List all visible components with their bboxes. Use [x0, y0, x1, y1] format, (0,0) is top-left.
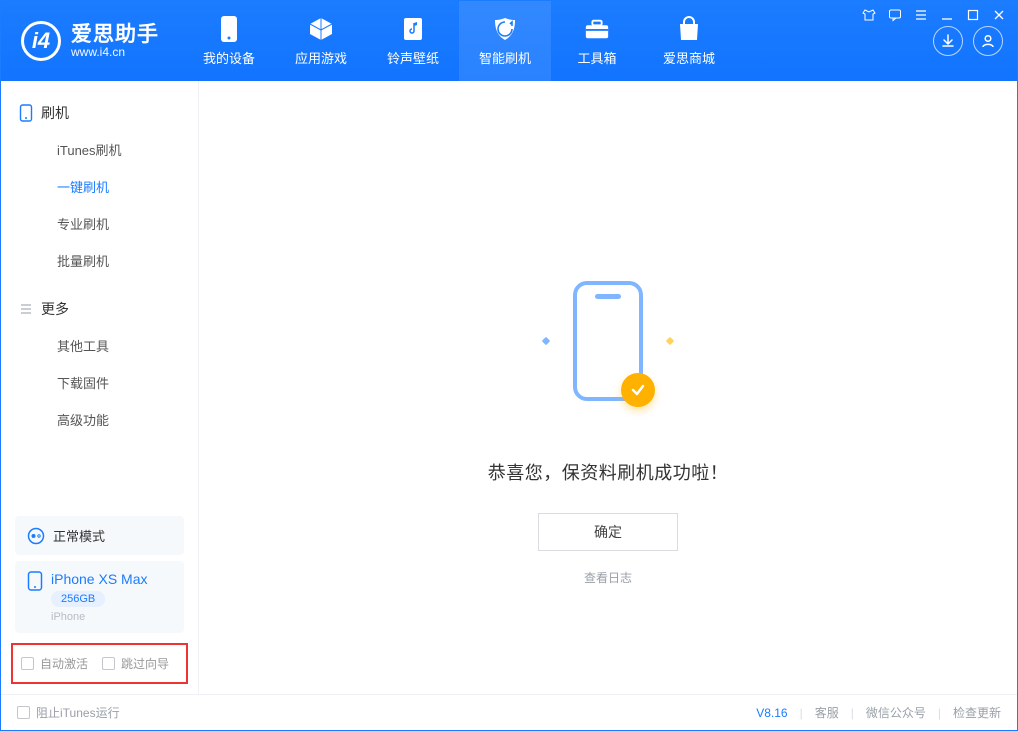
nav-ringtones[interactable]: 铃声壁纸 — [367, 1, 459, 81]
checkbox-icon — [102, 657, 115, 670]
nav-label: 智能刷机 — [479, 48, 531, 67]
close-button[interactable] — [991, 7, 1007, 23]
device-capacity: 256GB — [51, 591, 105, 607]
toolbox-icon — [584, 16, 610, 42]
menu-icon[interactable] — [913, 7, 929, 23]
success-message: 恭喜您，保资料刷机成功啦！ — [488, 459, 729, 485]
account-button[interactable] — [973, 26, 1003, 56]
system-buttons — [861, 7, 1007, 23]
version-label: V8.16 — [756, 706, 787, 720]
footer-link-support[interactable]: 客服 — [815, 704, 839, 721]
download-button[interactable] — [933, 26, 963, 56]
nav-label: 我的设备 — [203, 48, 255, 67]
group-label: 刷机 — [41, 103, 69, 123]
view-log-link[interactable]: 查看日志 — [584, 569, 632, 586]
device-type: iPhone — [51, 611, 148, 623]
checkbox-icon — [21, 657, 34, 670]
top-nav: 我的设备 应用游戏 铃声壁纸 智能刷机 工具箱 爱思商城 — [183, 1, 735, 81]
checkbox-label: 自动激活 — [40, 655, 88, 672]
feedback-icon[interactable] — [887, 7, 903, 23]
device-name: iPhone XS Max — [51, 571, 148, 587]
nav-toolbox[interactable]: 工具箱 — [551, 1, 643, 81]
app-name: 爱思助手 — [71, 23, 159, 46]
group-label: 更多 — [41, 299, 69, 319]
shield-icon — [492, 16, 518, 42]
sidebar-item-download-firmware[interactable]: 下载固件 — [1, 364, 198, 401]
highlighted-options: 自动激活 跳过向导 — [11, 643, 188, 684]
logo: i4 爱思助手 www.i4.cn — [1, 1, 183, 81]
phone-illustration-icon — [573, 281, 643, 401]
ok-button[interactable]: 确定 — [538, 513, 678, 551]
sidebar-group-flash: 刷机 — [1, 95, 198, 131]
app-window: i4 爱思助手 www.i4.cn 我的设备 应用游戏 铃声壁纸 智能刷机 — [0, 0, 1018, 731]
sidebar-item-oneclick-flash[interactable]: 一键刷机 — [1, 168, 198, 205]
mode-icon — [27, 527, 45, 545]
list-icon — [19, 302, 33, 316]
sidebar-item-other-tools[interactable]: 其他工具 — [1, 327, 198, 364]
success-illustration — [543, 281, 673, 401]
mode-label: 正常模式 — [53, 526, 105, 545]
cube-icon — [308, 16, 334, 42]
device-card[interactable]: iPhone XS Max 256GB iPhone — [15, 561, 184, 633]
nav-label: 应用游戏 — [295, 48, 347, 67]
shirt-icon[interactable] — [861, 7, 877, 23]
device-icon — [216, 16, 242, 42]
sparkle-icon — [666, 337, 674, 345]
footer-link-wechat[interactable]: 微信公众号 — [866, 704, 926, 721]
sidebar-item-advanced[interactable]: 高级功能 — [1, 401, 198, 438]
sparkle-icon — [542, 337, 550, 345]
body: 刷机 iTunes刷机 一键刷机 专业刷机 批量刷机 更多 其他工具 下载固件 … — [1, 81, 1017, 694]
sidebar-item-pro-flash[interactable]: 专业刷机 — [1, 205, 198, 242]
footer: 阻止iTunes运行 V8.16 | 客服 | 微信公众号 | 检查更新 — [1, 694, 1017, 730]
mode-card[interactable]: 正常模式 — [15, 516, 184, 555]
nav-label: 爱思商城 — [663, 48, 715, 67]
success-check-icon — [621, 373, 655, 407]
checkbox-label: 阻止iTunes运行 — [36, 704, 120, 721]
logo-icon: i4 — [21, 21, 61, 61]
sidebar-group-more: 更多 — [1, 291, 198, 327]
sidebar: 刷机 iTunes刷机 一键刷机 专业刷机 批量刷机 更多 其他工具 下载固件 … — [1, 81, 199, 694]
titlebar: i4 爱思助手 www.i4.cn 我的设备 应用游戏 铃声壁纸 智能刷机 — [1, 1, 1017, 81]
note-icon — [400, 16, 426, 42]
footer-link-update[interactable]: 检查更新 — [953, 704, 1001, 721]
device-icon — [27, 571, 43, 591]
checkbox-block-itunes[interactable]: 阻止iTunes运行 — [17, 704, 120, 721]
nav-label: 铃声壁纸 — [387, 48, 439, 67]
nav-label: 工具箱 — [577, 48, 616, 67]
main-content: 恭喜您，保资料刷机成功啦！ 确定 查看日志 — [199, 81, 1017, 694]
sidebar-item-itunes-flash[interactable]: iTunes刷机 — [1, 131, 198, 168]
footer-right: V8.16 | 客服 | 微信公众号 | 检查更新 — [756, 704, 1001, 721]
nav-smart-flash[interactable]: 智能刷机 — [459, 1, 551, 81]
checkbox-icon — [17, 706, 30, 719]
app-domain: www.i4.cn — [71, 46, 159, 59]
nav-apps-games[interactable]: 应用游戏 — [275, 1, 367, 81]
phone-icon — [19, 104, 33, 122]
nav-store[interactable]: 爱思商城 — [643, 1, 735, 81]
checkbox-auto-activate[interactable]: 自动激活 — [21, 655, 88, 672]
bag-icon — [676, 16, 702, 42]
minimize-button[interactable] — [939, 7, 955, 23]
checkbox-label: 跳过向导 — [121, 655, 169, 672]
sidebar-item-batch-flash[interactable]: 批量刷机 — [1, 242, 198, 279]
checkbox-skip-guide[interactable]: 跳过向导 — [102, 655, 169, 672]
maximize-button[interactable] — [965, 7, 981, 23]
nav-my-device[interactable]: 我的设备 — [183, 1, 275, 81]
